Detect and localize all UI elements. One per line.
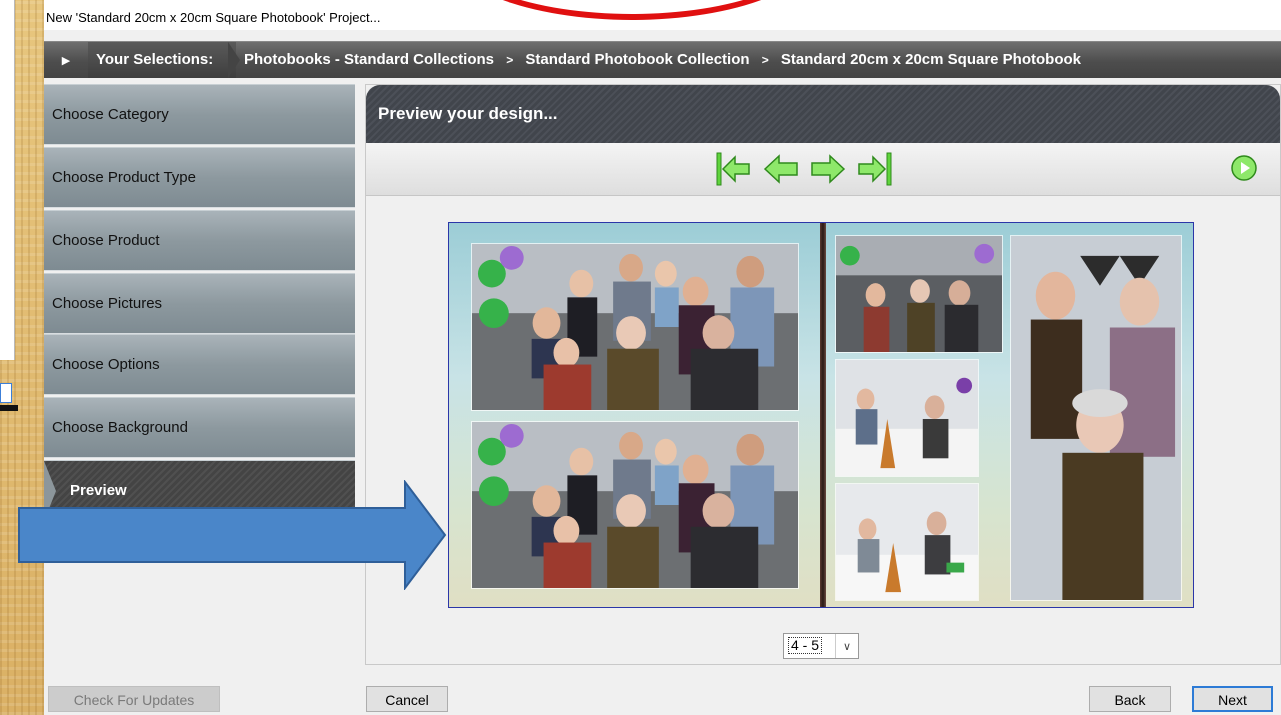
couple-portrait-photo xyxy=(1010,235,1182,601)
collage-photo-2 xyxy=(835,359,979,477)
group-photo-bottom-image xyxy=(472,422,798,588)
collage-photo-2-image xyxy=(836,360,978,476)
sidebar-item-label: Choose Background xyxy=(52,419,188,436)
collage-photo-3 xyxy=(835,483,979,601)
sidebar-item-label: Choose Options xyxy=(52,356,160,373)
page-navigation-toolbar xyxy=(366,143,1280,196)
first-page-icon[interactable] xyxy=(714,151,752,187)
expand-arrow-icon[interactable]: ▶ xyxy=(44,42,88,78)
sidebar-item-label: Choose Pictures xyxy=(52,295,163,312)
photobook-spread-preview xyxy=(448,222,1194,608)
collage-photo-3-image xyxy=(836,484,978,600)
sidebar-item-choose-pictures[interactable]: Choose Pictures xyxy=(44,273,355,334)
preview-panel: Preview your design... 4 - 5 ∨ xyxy=(365,84,1281,665)
chevron-down-icon[interactable]: ∨ xyxy=(835,634,858,658)
couple-portrait-photo-image xyxy=(1011,236,1181,600)
background-window-field xyxy=(0,383,12,403)
breadcrumb-item-category[interactable]: Photobooks - Standard Collections xyxy=(244,51,494,68)
previous-page-icon[interactable] xyxy=(762,151,800,187)
next-button[interactable]: Next xyxy=(1192,686,1273,712)
play-next-icon[interactable] xyxy=(1231,155,1257,181)
page-selector-value: 4 - 5 xyxy=(787,637,823,654)
collage-photo-1 xyxy=(835,235,1003,353)
last-page-icon[interactable] xyxy=(856,151,894,187)
breadcrumb: ▶ Your Selections: Photobooks - Standard… xyxy=(44,41,1281,78)
sidebar-item-choose-product[interactable]: Choose Product xyxy=(44,210,355,271)
cancel-button[interactable]: Cancel xyxy=(366,686,448,712)
panel-header: Preview your design... xyxy=(366,85,1280,143)
project-wizard-window: New 'Standard 20cm x 20cm Square Photobo… xyxy=(44,0,1281,715)
blue-annotation-arrow xyxy=(18,480,447,590)
sidebar-item-label: Choose Product Type xyxy=(52,169,196,186)
check-for-updates-button[interactable]: Check For Updates xyxy=(48,686,220,712)
group-photo-top-image xyxy=(472,244,798,410)
collage-photo-1-image xyxy=(836,236,1002,352)
panel-title: Preview your design... xyxy=(378,104,558,123)
breadcrumb-separator: > xyxy=(761,53,769,67)
page-selector-dropdown[interactable]: 4 - 5 ∨ xyxy=(783,633,859,659)
sidebar-item-choose-category[interactable]: Choose Category xyxy=(44,84,355,145)
back-button[interactable]: Back xyxy=(1089,686,1171,712)
group-photo-top xyxy=(471,243,799,411)
next-page-icon[interactable] xyxy=(809,151,847,187)
sidebar-item-choose-background[interactable]: Choose Background xyxy=(44,397,355,458)
group-photo-bottom xyxy=(471,421,799,589)
breadcrumb-arrow-shape xyxy=(228,42,240,78)
breadcrumb-label: Your Selections: xyxy=(88,42,236,78)
wizard-steps-sidebar: Choose Category Choose Product Type Choo… xyxy=(44,84,355,521)
breadcrumb-separator: > xyxy=(506,53,514,67)
sidebar-item-label: Choose Product xyxy=(52,232,160,249)
background-window-edge xyxy=(0,0,15,360)
sidebar-item-choose-product-type[interactable]: Choose Product Type xyxy=(44,147,355,208)
breadcrumb-item-product[interactable]: Standard 20cm x 20cm Square Photobook xyxy=(781,51,1081,68)
background-window-bar xyxy=(0,405,18,411)
breadcrumb-path: Photobooks - Standard Collections > Stan… xyxy=(244,42,1081,78)
sidebar-item-label: Choose Category xyxy=(52,106,169,123)
book-spine xyxy=(820,223,826,607)
breadcrumb-item-collection[interactable]: Standard Photobook Collection xyxy=(525,51,749,68)
sidebar-item-choose-options[interactable]: Choose Options xyxy=(44,334,355,395)
